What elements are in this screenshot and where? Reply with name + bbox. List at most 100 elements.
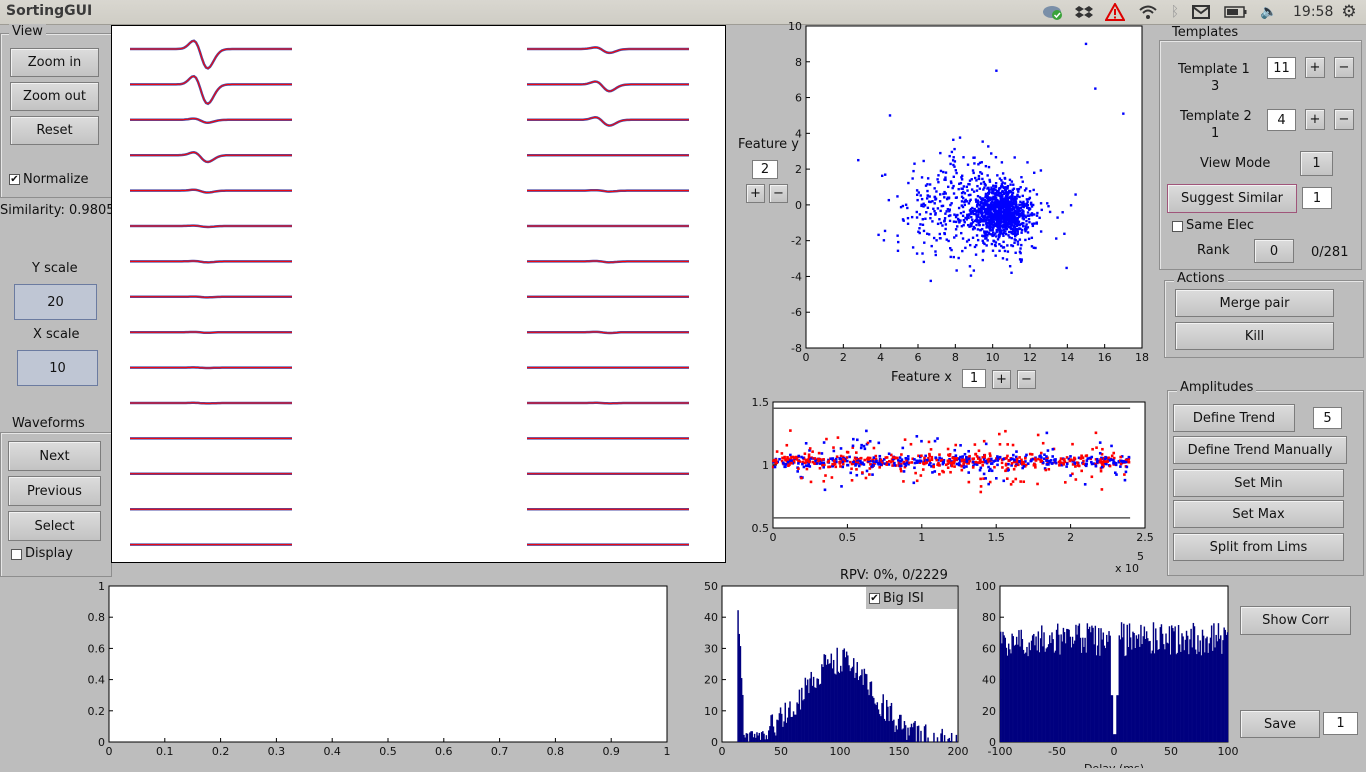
amplitude-point — [1101, 466, 1104, 469]
reset-button[interactable]: Reset — [10, 116, 99, 145]
feature-y-minus-button[interactable]: − — [769, 184, 788, 203]
template1-field[interactable]: 11 — [1267, 57, 1296, 79]
isi-bar — [951, 733, 952, 742]
feature-point — [998, 192, 1000, 194]
cross-correlogram-chart[interactable]: -100-50050100020406080100Delay (ms) — [970, 580, 1240, 768]
select-button[interactable]: Select — [8, 511, 101, 541]
feature-point — [976, 234, 978, 236]
feature-point — [1008, 236, 1010, 238]
feature-y-plus-button[interactable]: + — [746, 184, 765, 203]
feature-point — [991, 205, 993, 207]
x-tick-label: 12 — [1023, 351, 1037, 364]
feature-point — [916, 211, 918, 213]
feature-x-field[interactable]: 1 — [962, 369, 986, 388]
settings-gear-icon[interactable]: ⚙ — [1338, 3, 1360, 21]
zoom-out-button[interactable]: Zoom out — [10, 82, 99, 111]
feature-point — [998, 233, 1000, 235]
define-trend-manually-button[interactable]: Define Trend Manually — [1173, 436, 1347, 464]
show-corr-button[interactable]: Show Corr — [1240, 606, 1351, 635]
zoom-in-button[interactable]: Zoom in — [10, 48, 99, 77]
save-field[interactable]: 1 — [1323, 712, 1358, 735]
amplitude-point — [987, 466, 990, 469]
amplitude-point — [977, 461, 980, 464]
feature-point — [933, 237, 935, 239]
mail-icon[interactable] — [1190, 3, 1212, 21]
feature-point — [918, 227, 920, 229]
amplitude-point — [821, 464, 824, 467]
define-trend-button[interactable]: Define Trend — [1173, 404, 1295, 432]
amplitude-point — [1054, 458, 1057, 461]
amplitude-point — [864, 448, 867, 451]
amplitude-point — [840, 447, 843, 450]
template1-minus-button[interactable]: − — [1334, 57, 1354, 78]
feature-point — [1122, 112, 1124, 114]
feature-point — [1003, 246, 1005, 248]
amplitude-point — [1046, 432, 1049, 435]
split-from-lims-button[interactable]: Split from Lims — [1173, 533, 1344, 561]
y-scale-field[interactable]: 20 — [14, 284, 97, 320]
bluetooth-icon[interactable]: ᛒ — [1166, 3, 1184, 21]
feature-point — [1022, 216, 1024, 218]
big-isi-checkbox[interactable]: ✔ — [869, 593, 880, 604]
amplitude-point — [1037, 434, 1040, 437]
amplitude-point — [849, 472, 852, 475]
kill-button[interactable]: Kill — [1175, 322, 1334, 350]
volume-icon[interactable]: 🔈 — [1258, 3, 1280, 21]
feature-x-plus-button[interactable]: + — [992, 370, 1011, 389]
feature-point — [907, 223, 909, 225]
feature-point — [999, 177, 1001, 179]
empty-axes-chart[interactable]: 00.10.20.30.40.50.60.70.80.9100.20.40.60… — [88, 580, 680, 768]
feature-x-minus-button[interactable]: − — [1017, 370, 1036, 389]
feature-point — [1012, 184, 1014, 186]
rank-label: Rank — [1197, 243, 1229, 258]
x-exponent-label: x 10 — [1115, 562, 1139, 575]
y-tick-label: 8 — [795, 56, 802, 69]
y-tick-label: 1.5 — [752, 396, 770, 409]
amplitude-point — [916, 479, 919, 482]
amplitude-point — [990, 462, 993, 465]
template1-plus-button[interactable]: + — [1305, 57, 1325, 78]
amplitude-point — [825, 438, 828, 441]
normalize-checkbox[interactable]: ✔ — [9, 174, 20, 185]
amplitude-point — [855, 451, 858, 454]
suggest-similar-button[interactable]: Suggest Similar — [1167, 184, 1297, 213]
feature-point — [1041, 209, 1043, 211]
view-mode-button[interactable]: 1 — [1300, 151, 1333, 176]
suggest-similar-field[interactable]: 1 — [1302, 187, 1332, 209]
amplitude-point — [1064, 460, 1067, 463]
feature-point — [978, 178, 980, 180]
x-tick-label: 50 — [1164, 745, 1178, 758]
feature-point — [962, 215, 964, 217]
amplitude-point — [1058, 461, 1061, 464]
feature-point — [911, 177, 913, 179]
next-button[interactable]: Next — [8, 441, 101, 471]
waveform-trace — [527, 403, 689, 404]
save-button[interactable]: Save — [1240, 710, 1320, 738]
feature-point — [1016, 195, 1018, 197]
trend-value-field[interactable]: 5 — [1313, 407, 1342, 429]
previous-button[interactable]: Previous — [8, 476, 101, 506]
waveform-plot[interactable] — [111, 25, 726, 563]
set-max-button[interactable]: Set Max — [1173, 500, 1344, 528]
amplitude-point — [789, 454, 792, 457]
feature-point — [1036, 193, 1038, 195]
set-min-button[interactable]: Set Min — [1173, 469, 1344, 497]
amplitude-scatter-chart[interactable]: 00.511.522.50.511.5x 105 — [740, 392, 1160, 577]
template2-minus-button[interactable]: − — [1334, 109, 1354, 130]
x-scale-label: X scale — [33, 327, 80, 342]
x-scale-field[interactable]: 10 — [17, 350, 98, 386]
feature-point — [970, 216, 972, 218]
feature-scatter-chart[interactable]: 024681012141618-8-6-4-20246810 — [760, 18, 1160, 368]
template2-plus-button[interactable]: + — [1305, 109, 1325, 130]
feature-point — [995, 70, 997, 72]
merge-pair-button[interactable]: Merge pair — [1175, 289, 1334, 317]
feature-point — [1094, 87, 1096, 89]
feature-y-field[interactable]: 2 — [752, 160, 778, 179]
display-checkbox[interactable] — [11, 549, 22, 560]
battery-icon[interactable] — [1224, 3, 1248, 21]
amplitude-point — [829, 465, 832, 468]
feature-point — [992, 231, 994, 233]
rank-button[interactable]: 0 — [1254, 239, 1294, 263]
same-elec-checkbox[interactable] — [1172, 221, 1183, 232]
template2-field[interactable]: 4 — [1267, 109, 1296, 131]
